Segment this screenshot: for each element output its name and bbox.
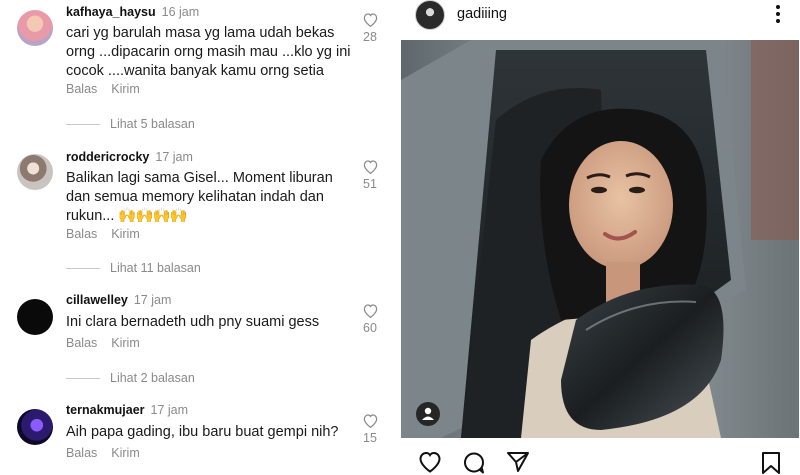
- comment-username[interactable]: roddericrocky: [66, 150, 149, 164]
- comment-time: 17 jam: [150, 403, 189, 417]
- heart-icon[interactable]: [418, 451, 442, 473]
- comment-text: Balikan lagi sama Gisel... Moment libura…: [66, 170, 333, 224]
- heart-icon[interactable]: [362, 413, 379, 428]
- heart-icon[interactable]: [362, 12, 379, 27]
- heart-icon[interactable]: [362, 303, 379, 318]
- reply-button[interactable]: Balas: [66, 336, 97, 350]
- view-replies-label[interactable]: Lihat 2 balasan: [110, 371, 195, 385]
- heart-icon[interactable]: [362, 159, 379, 174]
- view-replies[interactable]: Lihat 5 balasan: [66, 117, 195, 131]
- send-button[interactable]: Kirim: [111, 446, 139, 460]
- avatar[interactable]: [17, 154, 53, 190]
- replies-divider: [66, 267, 100, 269]
- send-button[interactable]: Kirim: [111, 82, 139, 96]
- view-replies[interactable]: Lihat 11 balasan: [66, 261, 201, 275]
- more-vertical-icon[interactable]: [768, 2, 788, 26]
- avatar[interactable]: [17, 409, 53, 445]
- send-button[interactable]: Kirim: [111, 227, 139, 241]
- user-tag-icon[interactable]: [416, 402, 440, 426]
- like-count: 28: [363, 30, 377, 44]
- post-panel: gadiiing: [400, 0, 800, 475]
- replies-divider: [66, 123, 100, 125]
- view-replies-label[interactable]: Lihat 11 balasan: [110, 261, 201, 275]
- like-count: 60: [363, 321, 377, 335]
- comment-text: Ini clara bernadeth udh pny suami gess: [66, 314, 320, 330]
- post-username[interactable]: gadiiing: [457, 6, 507, 22]
- replies-divider: [66, 377, 100, 379]
- comment-time: 17 jam: [133, 293, 172, 307]
- avatar[interactable]: [17, 299, 53, 335]
- like-control[interactable]: 51: [360, 159, 380, 191]
- comment-time: 17 jam: [155, 150, 193, 164]
- like-count: 15: [363, 431, 377, 445]
- view-replies[interactable]: Lihat 2 balasan: [66, 371, 195, 385]
- send-icon[interactable]: [506, 451, 530, 473]
- comment-username[interactable]: kafhaya_haysu: [66, 5, 156, 19]
- post-header: gadiiing: [400, 0, 800, 36]
- comment-username[interactable]: ternakmujaer: [66, 403, 145, 417]
- comment-text: cari yg barulah masa yg lama udah bekas …: [66, 25, 351, 79]
- reply-button[interactable]: Balas: [66, 446, 97, 460]
- comment-text: Aih papa gading, ibu baru buat gempi nih…: [66, 424, 339, 440]
- like-control[interactable]: 28: [360, 12, 380, 44]
- post-avatar[interactable]: [415, 0, 445, 30]
- post-photo[interactable]: [401, 40, 799, 438]
- like-control[interactable]: 15: [360, 413, 380, 445]
- bookmark-icon[interactable]: [760, 451, 782, 475]
- reply-button[interactable]: Balas: [66, 227, 97, 241]
- reply-button[interactable]: Balas: [66, 82, 97, 96]
- comment-username[interactable]: cillawelley: [66, 293, 128, 307]
- raised-hands-emoji: 🙌🙌🙌🙌: [118, 208, 187, 224]
- comment-time: 16 jam: [161, 5, 200, 19]
- view-replies-label[interactable]: Lihat 5 balasan: [110, 117, 195, 131]
- like-control[interactable]: 60: [360, 303, 380, 335]
- comments-panel: kafhaya_haysu 16 jam cari yg barulah masa…: [0, 0, 396, 475]
- send-button[interactable]: Kirim: [111, 336, 139, 350]
- avatar[interactable]: [17, 10, 53, 46]
- like-count: 51: [363, 177, 377, 191]
- post-action-bar: [400, 448, 800, 475]
- comment-icon[interactable]: [462, 451, 486, 475]
